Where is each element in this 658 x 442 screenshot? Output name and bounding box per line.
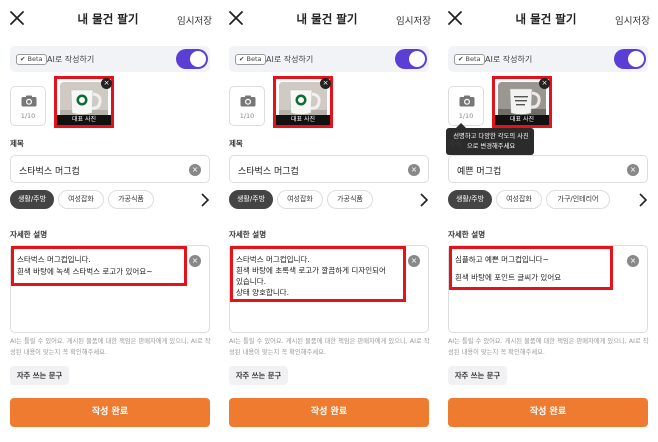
add-photo-button[interactable]: 1/10 [229,86,265,126]
category-chip[interactable]: 여성잡화 [58,190,104,209]
description-label: 자세한 설명 [10,230,48,239]
remove-photo-icon[interactable]: × [101,78,112,89]
photo-count: 1/10 [239,112,255,120]
ai-write-label: AI로 작성하기 [485,55,533,64]
title-input[interactable]: 스타벅스 머그컵 × [10,155,210,183]
category-chip[interactable]: 생활/주방 [10,190,54,209]
description-input[interactable]: 스타벅스 머그컵입니다. 흰색 바탕에 녹색 스타벅스 로고가 있어요~ × [10,245,210,333]
title-input[interactable]: 예쁜 머그컵 × [448,155,648,183]
category-chip[interactable]: 가구/인테리어 [546,190,610,209]
description-line: 흰색 바탕에 포인트 글씨가 있어요 [455,273,562,282]
submit-button[interactable]: 작성 완료 [448,398,648,427]
category-chip[interactable]: 여성잡화 [496,190,542,209]
add-photo-button[interactable]: 1/10 [10,86,46,126]
beta-label: Beta [465,55,481,63]
beta-badge: ✔ Beta [235,54,266,65]
beta-badge: ✔ Beta [454,54,485,65]
ai-toggle[interactable] [176,49,208,69]
description-line: 상태 양호합니다. [236,288,290,297]
tooltip-text: 선명하고 다양한 각도의 사진으로 변경해주세요 [453,133,529,150]
frequent-phrases-button[interactable]: 자주 쓰는 문구 [448,366,507,385]
sell-screen-1: 내 물건 팔기 임시저장 ✔ Beta AI로 작성하기 1/10 × 대표 사… [2,0,214,442]
ai-write-label: AI로 작성하기 [266,55,314,64]
temp-save-button[interactable]: 임시저장 [177,13,212,27]
ai-notice: AI는 틀릴 수 있어요. 게시된 물품에 대한 책임은 판매자에게 있으니, … [448,338,649,356]
category-chip[interactable]: 가공식품 [327,190,373,209]
frequent-phrases-button[interactable]: 자주 쓰는 문구 [10,366,69,385]
photo-thumbnail[interactable]: × 대표 사진 [492,76,552,128]
toggle-knob [409,51,425,67]
description-line: 흰색 바탕에 초록색 로고가 깔끔하게 디자인되어 [236,266,386,275]
chevron-right-icon[interactable] [637,191,649,209]
photo-count: 1/10 [20,112,36,120]
description-label: 자세한 설명 [448,230,486,239]
photo-thumbnail[interactable]: × 대표 사진 [273,76,333,128]
beta-badge: ✔ Beta [16,54,47,65]
temp-save-button[interactable]: 임시저장 [615,13,650,27]
temp-save-button[interactable]: 임시저장 [396,13,431,27]
camera-icon [459,95,475,107]
description-input[interactable]: 심플하고 예쁜 머그컵입니다~ 흰색 바탕에 포인트 글씨가 있어요 × [448,245,648,333]
camera-icon [21,95,37,107]
tooltip-arrow [456,123,466,128]
camera-icon [240,95,256,107]
clear-icon[interactable]: × [408,164,420,176]
clear-icon[interactable]: × [627,255,639,267]
ai-write-bar: ✔ Beta AI로 작성하기 [229,46,429,72]
title-value: 스타벅스 머그컵 [238,167,299,177]
main-photo-caption: 대표 사진 [57,115,111,125]
submit-button[interactable]: 작성 완료 [10,398,210,427]
title-value: 스타벅스 머그컵 [19,167,80,177]
description-line: 스타벅스 머그컵입니다. [17,255,91,264]
photo-thumbnail[interactable]: × 대표 사진 [54,76,114,128]
description-line: 스타벅스 머그컵입니다. [236,255,310,264]
highlight-box [449,246,613,290]
ai-write-label: AI로 작성하기 [47,55,95,64]
sell-screen-2: 내 물건 팔기 임시저장 ✔ Beta AI로 작성하기 1/10 × 대표 사… [221,0,433,442]
title-label: 제목 [448,139,462,148]
description-input[interactable]: 스타벅스 머그컵입니다. 흰색 바탕에 초록색 로고가 깔끔하게 디자인되어 있… [229,245,429,333]
ai-write-bar: ✔ Beta AI로 작성하기 [448,46,648,72]
clear-icon[interactable]: × [189,164,201,176]
beta-label: Beta [246,55,262,63]
toggle-knob [628,51,644,67]
remove-photo-icon[interactable]: × [320,78,331,89]
clear-icon[interactable]: × [189,255,201,267]
ai-notice: AI는 틀릴 수 있어요. 게시된 물품에 대한 책임은 판매자에게 있으니, … [10,338,211,356]
main-photo-caption: 대표 사진 [495,115,549,125]
title-input[interactable]: 스타벅스 머그컵 × [229,155,429,183]
category-chip[interactable]: 생활/주방 [448,190,492,209]
clear-icon[interactable]: × [408,255,420,267]
photo-count: 1/10 [458,112,474,120]
title-value: 예쁜 머그컵 [457,167,502,177]
frequent-phrases-button[interactable]: 자주 쓰는 문구 [229,366,288,385]
ai-toggle[interactable] [395,49,427,69]
description-line: 있습니다. [236,277,266,286]
title-label: 제목 [229,139,243,148]
submit-button[interactable]: 작성 완료 [229,398,429,427]
main-photo-caption: 대표 사진 [276,115,330,125]
sell-screen-3: 내 물건 팔기 임시저장 ✔ Beta AI로 작성하기 1/10 × 대표 사… [440,0,652,442]
add-photo-button[interactable]: 1/10 [448,86,484,126]
description-label: 자세한 설명 [229,230,267,239]
category-chip[interactable]: 생활/주방 [229,190,273,209]
ai-toggle[interactable] [614,49,646,69]
remove-photo-icon[interactable]: × [539,78,550,89]
title-label: 제목 [10,139,24,148]
ai-write-bar: ✔ Beta AI로 작성하기 [10,46,210,72]
description-line: 심플하고 예쁜 머그컵입니다~ [455,255,549,264]
chevron-right-icon[interactable] [418,191,430,209]
clear-icon[interactable]: × [627,164,639,176]
category-chip[interactable]: 여성잡화 [277,190,323,209]
beta-label: Beta [27,55,43,63]
ai-notice: AI는 틀릴 수 있어요. 게시된 물품에 대한 책임은 판매자에게 있으니, … [229,338,430,356]
description-line: 흰색 바탕에 녹색 스타벅스 로고가 있어요~ [17,267,153,276]
chevron-right-icon[interactable] [199,191,211,209]
toggle-knob [190,51,206,67]
category-chip[interactable]: 가공식품 [108,190,154,209]
